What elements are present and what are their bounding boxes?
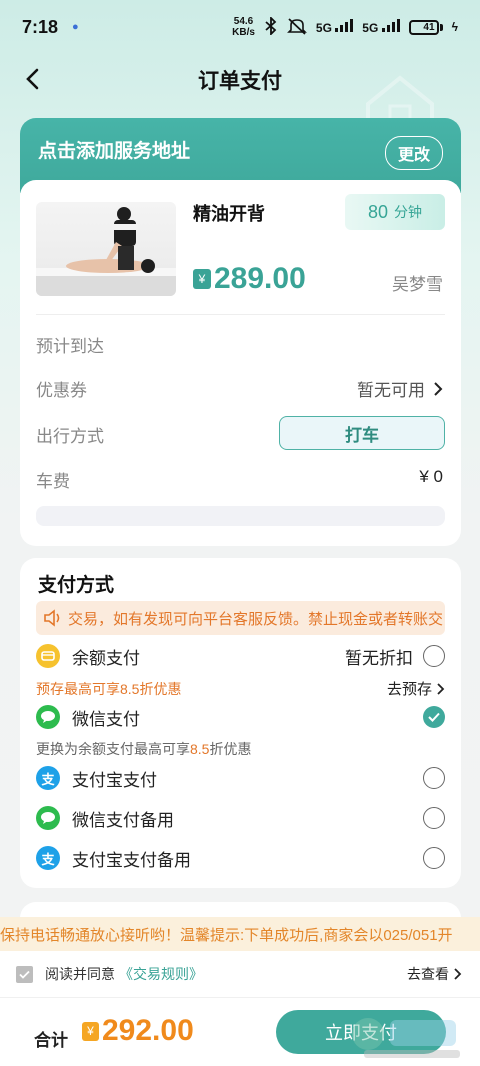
checkout-footer: 合计 ¥ 292.00 立即支付 [0,997,480,1066]
agreement-row: 阅读并同意 《交易规则》 去查看 [0,951,480,997]
balance-pay-label: 余额支付 [72,648,140,668]
signal-5g-2: 5G [362,19,400,35]
placeholder-bar [36,506,445,526]
switch-tip-suffix: 折优惠 [209,741,252,757]
change-address-button[interactable]: 更改 [384,136,443,170]
yen-icon: ¥ [193,269,211,289]
status-time: 7:18 [22,16,59,37]
travel-label: 出行方式 [36,427,104,446]
total-label: 合计 [34,1031,68,1050]
fare-label: 车费 [36,472,70,491]
prestore-row: 预存最高可享8.5折优惠 去预存 [36,678,445,699]
marquee-text: 保持电话畅通放心接听哟！温馨提示:下单成功后,商家会以025/051开 [0,926,453,944]
fare-value: ¥ 0 [419,467,443,486]
total-price: ¥ 292.00 [82,1014,194,1048]
back-button[interactable] [18,64,48,94]
coupon-value: 暂无可用 [357,381,425,400]
wallet-icon [36,644,60,668]
speaker-icon [44,609,60,627]
duration-badge: 80 分钟 [345,194,445,230]
payment-notice-text: 交易，如有发现可向平台客服反馈。禁止现金或者转账交 [68,610,444,628]
prestore-link-label: 去预存 [386,681,432,698]
page-title: 订单支付 [198,70,282,93]
network-speed: 54.6 KB/s [232,16,255,38]
net2-label: 5G [362,21,379,35]
chevron-right-icon [434,381,443,396]
alipay-backup-option[interactable]: 支 支付宝支付备用 [36,842,445,874]
arrival-label: 预计到达 [36,337,104,356]
service-price: ¥ 289.00 [193,262,306,296]
prestore-tip: 预存最高可享8.5折优惠 [36,680,182,697]
check-icon [19,970,30,979]
wechat-icon [36,705,60,729]
yen-icon: ¥ [82,1021,99,1041]
switch-tip-row: 更换为余额支付最高可享 8.5 折优惠 [36,739,445,759]
balance-discount-text: 暂无折扣 [345,648,413,668]
trade-rules-link[interactable]: 《交易规则》 [119,964,203,984]
wechat-backup-label: 微信支付备用 [72,810,174,830]
view-rules-link[interactable]: 去查看 [407,964,462,984]
alipay-icon: 支 [36,846,60,870]
service-name: 精油开背 [193,204,265,224]
wechat-backup-option[interactable]: 微信支付备用 [36,802,445,834]
balance-pay-option[interactable]: 余额支付 暂无折扣 [36,640,445,672]
signal-5g-1: 5G [315,19,354,35]
pay-now-button[interactable]: 立即支付 [276,1010,446,1054]
bluetooth-icon [264,15,278,38]
net1-label: 5G [315,21,332,35]
service-card: 精油开背 80 分钟 ¥ 289.00 吴梦雪 预计到达 优惠券 暂无可用 出行… [20,180,461,546]
check-icon [428,712,440,722]
agreement-checkbox[interactable] [16,965,33,983]
wechat-pay-label: 微信支付 [72,709,140,729]
wechat-pay-option[interactable]: 微信支付 [36,701,445,733]
agreement-text: 阅读并同意 [45,966,115,982]
battery-level: 41 [423,21,435,33]
wechat-backup-radio[interactable] [423,807,445,829]
therapist-name: 吴梦雪 [392,275,443,294]
alipay-label: 支付宝支付 [72,770,157,790]
balance-radio[interactable] [423,645,445,667]
alipay-radio[interactable] [423,767,445,789]
chevron-right-icon [437,682,445,695]
total-amount: 292.00 [102,1014,194,1047]
service-image [36,202,176,296]
switch-tip-highlight: 8.5 [190,741,210,757]
charging-icon: ϟ [451,20,458,34]
duration-value: 80 [367,201,389,222]
alipay-backup-label: 支付宝支付备用 [72,850,191,870]
payment-title: 支付方式 [38,575,115,596]
payment-notice: 交易，如有发现可向平台客服反馈。禁止现金或者转账交 [36,601,445,635]
network-speed-unit: KB/s [232,27,255,38]
network-speed-value: 54.6 [233,16,254,27]
chevron-right-icon [454,968,462,980]
duration-unit: 分钟 [394,204,423,220]
battery-icon: 41 [408,19,443,35]
wechat-icon [36,806,60,830]
coupon-label: 优惠券 [36,381,87,400]
taxi-option-button[interactable]: 打车 [279,416,445,450]
coupon-selector[interactable]: 暂无可用 [357,376,443,401]
alipay-icon: 支 [36,766,60,790]
status-bar: 7:18 ● 54.6 KB/s 5G 5G 41 ϟ [0,0,480,54]
alipay-option[interactable]: 支 支付宝支付 [36,762,445,794]
add-address-prompt[interactable]: 点击添加服务地址 [38,136,190,163]
mute-icon [286,17,307,38]
marquee-notice: 保持电话畅通放心接听哟！温馨提示:下单成功后,商家会以025/051开 [0,917,480,951]
prestore-link[interactable]: 去预存 [387,678,445,699]
chevron-left-icon [26,68,39,90]
divider [36,314,445,315]
view-rules-label: 去查看 [407,966,449,982]
alipay-backup-radio[interactable] [423,847,445,869]
app-notification-icon: ● [72,21,79,33]
wechat-radio-checked[interactable] [423,706,445,728]
service-price-amount: 289.00 [214,262,306,295]
payment-card: 支付方式 交易，如有发现可向平台客服反馈。禁止现金或者转账交 余额支付 暂无折扣… [20,558,461,888]
switch-tip-prefix: 更换为余额支付最高可享 [36,741,190,757]
